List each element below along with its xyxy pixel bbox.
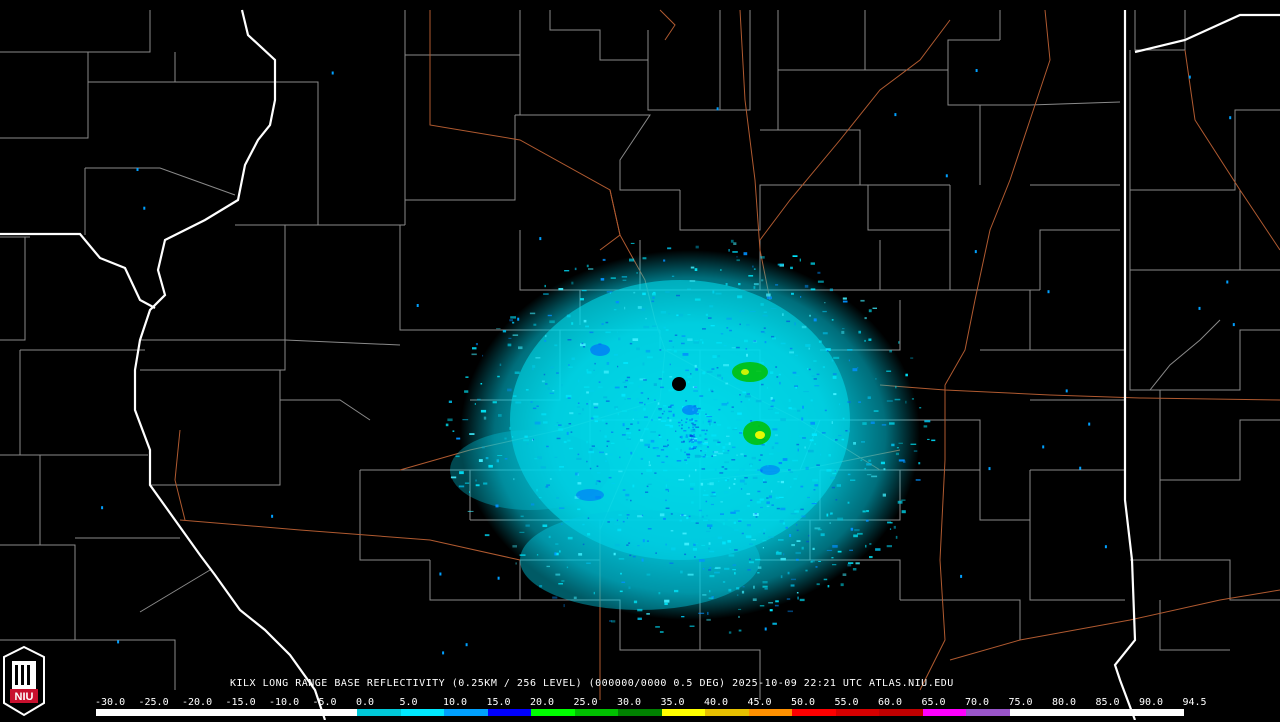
colorbar-segment [879,709,923,716]
colorbar-segment [792,709,836,716]
colorbar-tick-label: 35.0 [660,697,685,708]
colorbar-tick-label: -15.0 [225,697,256,708]
colorbar-tick-label: 25.0 [573,697,598,708]
radar-map-view: NIU KILX LONG RANGE BASE REFLECTIVITY (0… [0,0,1280,720]
colorbar-tick-label: 20.0 [530,697,555,708]
product-caption: KILX LONG RANGE BASE REFLECTIVITY (0.25K… [230,678,954,689]
colorbar-tick-label: 65.0 [921,697,946,708]
reflectivity-echoes [101,69,1235,655]
colorbar-tick-label: 50.0 [791,697,816,708]
colorbar-segment [966,709,1010,716]
colorbar-segment [139,709,184,716]
colorbar-tick-label: 30.0 [617,697,642,708]
colorbar-tick-label: 75.0 [1008,697,1033,708]
colorbar-tick-label: 70.0 [965,697,990,708]
colorbar-segment [270,709,314,716]
svg-text:NIU: NIU [15,691,34,703]
colorbar-tick-label: 85.0 [1095,697,1120,708]
colorbar-tick-label: 0.0 [356,697,375,708]
colorbar-tick-labels: -30.0 -25.0 -20.0 -15.0 -10.0 -5.0 0.0 5.0 10.0 1… [95,697,1207,709]
colorbar-segment [1140,709,1184,716]
colorbar-segment [1009,709,1054,716]
colorbar-segment [835,709,880,716]
colorbar-segment [444,709,488,716]
colorbar-tick-label: 45.0 [747,697,772,708]
colorbar-segment [922,709,967,716]
colorbar-tick-label: -25.0 [138,697,169,708]
colorbar-tick-label: 15.0 [486,697,511,708]
colorbar-tick-label: 60.0 [878,697,903,708]
colorbar-tick-label: -20.0 [182,697,213,708]
colorbar-tick-label: -30.0 [95,697,126,708]
colorbar-segment [96,709,140,716]
colorbar-segment [661,709,706,716]
colorbar-segment [183,709,227,716]
colorbar-segment [574,709,619,716]
colorbar-segment [1096,709,1141,716]
radar-site-marker [672,377,686,391]
colorbar-tick-label: 5.0 [399,697,418,708]
colorbar [96,709,1184,716]
niu-logo: NIU [2,645,46,717]
colorbar-segment [400,709,445,716]
colorbar-segment [226,709,271,716]
colorbar-tick-label: 94.5 [1182,697,1207,708]
colorbar-tick-label: 90.0 [1139,697,1164,708]
radar-map [0,9,1280,720]
colorbar-segment [618,709,662,716]
colorbar-segment [357,709,401,716]
colorbar-tick-label: -5.0 [312,697,337,708]
colorbar-tick-label: 40.0 [704,697,729,708]
colorbar-segment [748,709,793,716]
colorbar-segment [1053,709,1097,716]
colorbar-tick-label: -10.0 [269,697,300,708]
colorbar-tick-label: 55.0 [834,697,859,708]
colorbar-segment [313,709,358,716]
colorbar-segment [487,709,532,716]
colorbar-segment [705,709,749,716]
colorbar-tick-label: 10.0 [443,697,468,708]
colorbar-tick-label: 80.0 [1052,697,1077,708]
colorbar-segment [531,709,575,716]
